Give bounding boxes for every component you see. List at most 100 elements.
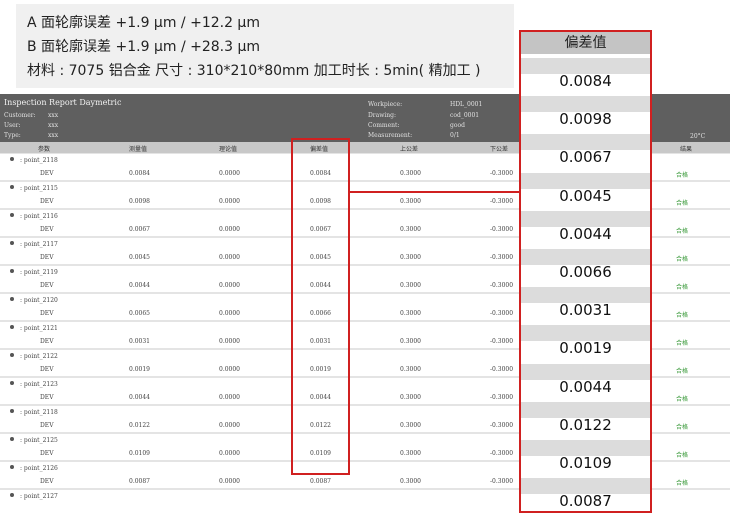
dev-label: DEV bbox=[40, 254, 54, 261]
point-name: : point_2116 bbox=[20, 213, 58, 220]
bullet-icon bbox=[10, 157, 14, 161]
cell-measured: 0.0031 bbox=[129, 338, 150, 345]
dev-label: DEV bbox=[40, 478, 54, 485]
spec-line-a-surface: A 面轮廓误差 +1.9 μm / +12.2 μm bbox=[27, 15, 260, 31]
cell-measured: 0.0019 bbox=[129, 366, 150, 373]
result-pass: 合格 bbox=[676, 172, 689, 179]
result-pass: 合格 bbox=[676, 368, 689, 375]
cell-lower-tol: -0.3000 bbox=[490, 394, 514, 401]
cell-upper-tol: 0.3000 bbox=[400, 198, 421, 205]
cell-nominal: 0.0000 bbox=[219, 282, 240, 289]
type-label: Type: bbox=[4, 132, 21, 139]
type-value: xxx bbox=[48, 132, 59, 139]
result-pass: 合格 bbox=[676, 256, 689, 263]
cell-upper-tol: 0.3000 bbox=[400, 310, 421, 317]
col-upper-tol: 上公差 bbox=[400, 146, 419, 153]
cell-lower-tol: -0.3000 bbox=[490, 310, 514, 317]
dev-label: DEV bbox=[40, 422, 54, 429]
dev-label: DEV bbox=[40, 226, 54, 233]
cell-lower-tol: -0.3000 bbox=[490, 450, 514, 457]
cell-measured: 0.0084 bbox=[129, 170, 150, 177]
bullet-icon bbox=[10, 381, 14, 385]
cell-measured: 0.0087 bbox=[129, 478, 150, 485]
col-result: 结果 bbox=[680, 146, 693, 153]
cell-nominal: 0.0000 bbox=[219, 422, 240, 429]
dev-label: DEV bbox=[40, 282, 54, 289]
bullet-icon bbox=[10, 297, 14, 301]
bullet-icon bbox=[10, 269, 14, 273]
bullet-icon bbox=[10, 465, 14, 469]
bullet-icon bbox=[10, 325, 14, 329]
measurement-label: Measurement: bbox=[368, 132, 413, 139]
cell-nominal: 0.0000 bbox=[219, 366, 240, 373]
result-pass: 合格 bbox=[676, 424, 689, 431]
spec-line-b-surface: B 面轮廓误差 +1.9 μm / +28.3 μm bbox=[27, 39, 261, 55]
point-name: : point_2125 bbox=[20, 437, 58, 444]
point-name: : point_2122 bbox=[20, 353, 58, 360]
deviation-highlight-box bbox=[291, 138, 350, 475]
spec-box: A 面轮廓误差 +1.9 μm / +12.2 μm B 面轮廓误差 +1.9 … bbox=[16, 4, 514, 88]
point-name: : point_2119 bbox=[20, 269, 58, 276]
cell-nominal: 0.0000 bbox=[219, 170, 240, 177]
bullet-icon bbox=[10, 213, 14, 217]
col-lower-tol: 下公差 bbox=[490, 146, 509, 153]
cell-measured: 0.0044 bbox=[129, 394, 150, 401]
cell-lower-tol: -0.3000 bbox=[490, 282, 514, 289]
dev-label: DEV bbox=[40, 450, 54, 457]
temperature: 20°C bbox=[690, 133, 706, 140]
panel-deviation-value: 0.0044 bbox=[559, 377, 612, 396]
cell-upper-tol: 0.3000 bbox=[400, 450, 421, 457]
cell-measured: 0.0044 bbox=[129, 282, 150, 289]
cell-upper-tol: 0.3000 bbox=[400, 366, 421, 373]
col-parameter: 参数 bbox=[38, 146, 51, 153]
cell-nominal: 0.0000 bbox=[219, 310, 240, 317]
dev-label: DEV bbox=[40, 338, 54, 345]
customer-label: Customer: bbox=[4, 112, 36, 119]
highlight-connector-line bbox=[350, 191, 520, 193]
cell-nominal: 0.0000 bbox=[219, 478, 240, 485]
dev-label: DEV bbox=[40, 198, 54, 205]
panel-deviation-value: 0.0044 bbox=[559, 224, 612, 243]
bullet-icon bbox=[10, 185, 14, 189]
drawing-value: cod_0001 bbox=[450, 112, 480, 119]
cell-upper-tol: 0.3000 bbox=[400, 478, 421, 485]
deviation-panel: 偏差值 0.0084 0.0098 0.0067 0.0045 0.0044 0.0066… bbox=[519, 30, 652, 513]
panel-title: 偏差值 bbox=[521, 32, 650, 54]
panel-deviation-value: 0.0045 bbox=[559, 186, 612, 205]
panel-deviation-value: 0.0098 bbox=[559, 110, 612, 129]
cell-measured: 0.0098 bbox=[129, 198, 150, 205]
comment-label: Comment: bbox=[368, 122, 400, 129]
point-name: : point_2117 bbox=[20, 241, 58, 248]
result-pass: 合格 bbox=[676, 340, 689, 347]
dev-label: DEV bbox=[40, 170, 54, 177]
cell-nominal: 0.0000 bbox=[219, 394, 240, 401]
point-name: : point_2127 bbox=[20, 493, 58, 500]
cell-measured: 0.0067 bbox=[129, 226, 150, 233]
result-pass: 合格 bbox=[676, 200, 689, 207]
col-measured: 测量值 bbox=[129, 146, 148, 153]
bullet-icon bbox=[10, 353, 14, 357]
result-pass: 合格 bbox=[676, 480, 689, 487]
user-value: xxx bbox=[48, 122, 59, 129]
result-pass: 合格 bbox=[676, 284, 689, 291]
cell-measured: 0.0122 bbox=[129, 422, 150, 429]
cell-nominal: 0.0000 bbox=[219, 338, 240, 345]
result-pass: 合格 bbox=[676, 312, 689, 319]
cell-lower-tol: -0.3000 bbox=[490, 198, 514, 205]
dev-label: DEV bbox=[40, 394, 54, 401]
cell-upper-tol: 0.3000 bbox=[400, 170, 421, 177]
cell-upper-tol: 0.3000 bbox=[400, 226, 421, 233]
user-label: User: bbox=[4, 122, 21, 129]
cell-upper-tol: 0.3000 bbox=[400, 338, 421, 345]
workpiece-label: Workpiece: bbox=[368, 101, 403, 108]
cell-deviation: 0.0087 bbox=[310, 478, 331, 485]
report-title: Inspection Report Daymetric bbox=[4, 98, 122, 107]
cell-measured: 0.0045 bbox=[129, 254, 150, 261]
cell-lower-tol: -0.3000 bbox=[490, 170, 514, 177]
workpiece-value: HDL_0001 bbox=[450, 101, 483, 108]
panel-deviation-value: 0.0066 bbox=[559, 263, 612, 281]
point-name: : point_2118 bbox=[20, 157, 58, 164]
point-name: : point_2115 bbox=[20, 185, 58, 192]
bullet-icon bbox=[10, 409, 14, 413]
panel-deviation-value: 0.0031 bbox=[559, 301, 612, 320]
